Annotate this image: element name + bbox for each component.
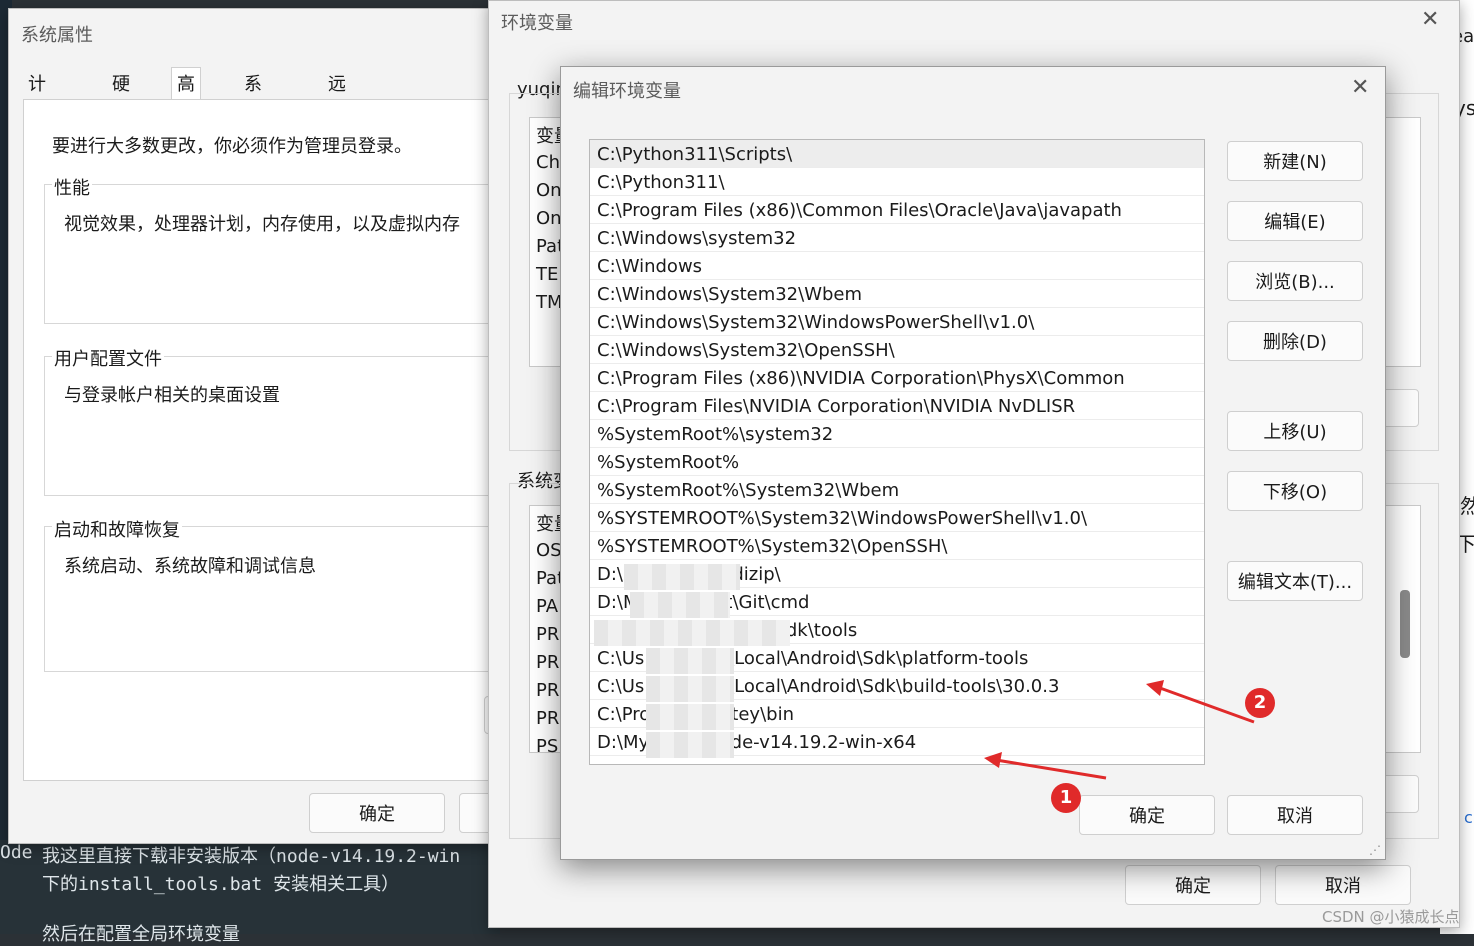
- annotation-badge-2: 2: [1245, 688, 1275, 718]
- annotation-arrow-2: [1159, 686, 1255, 724]
- watermark: CSDN @小猿成长点: [1322, 908, 1460, 926]
- annotation-arrow-1: [995, 758, 1107, 780]
- annotation-arrowhead-1: [984, 752, 1002, 768]
- annotation-arrowhead-2: [1146, 680, 1164, 696]
- annotation-layer: [984, 680, 1255, 780]
- annotation-badge-1: 1: [1051, 783, 1081, 813]
